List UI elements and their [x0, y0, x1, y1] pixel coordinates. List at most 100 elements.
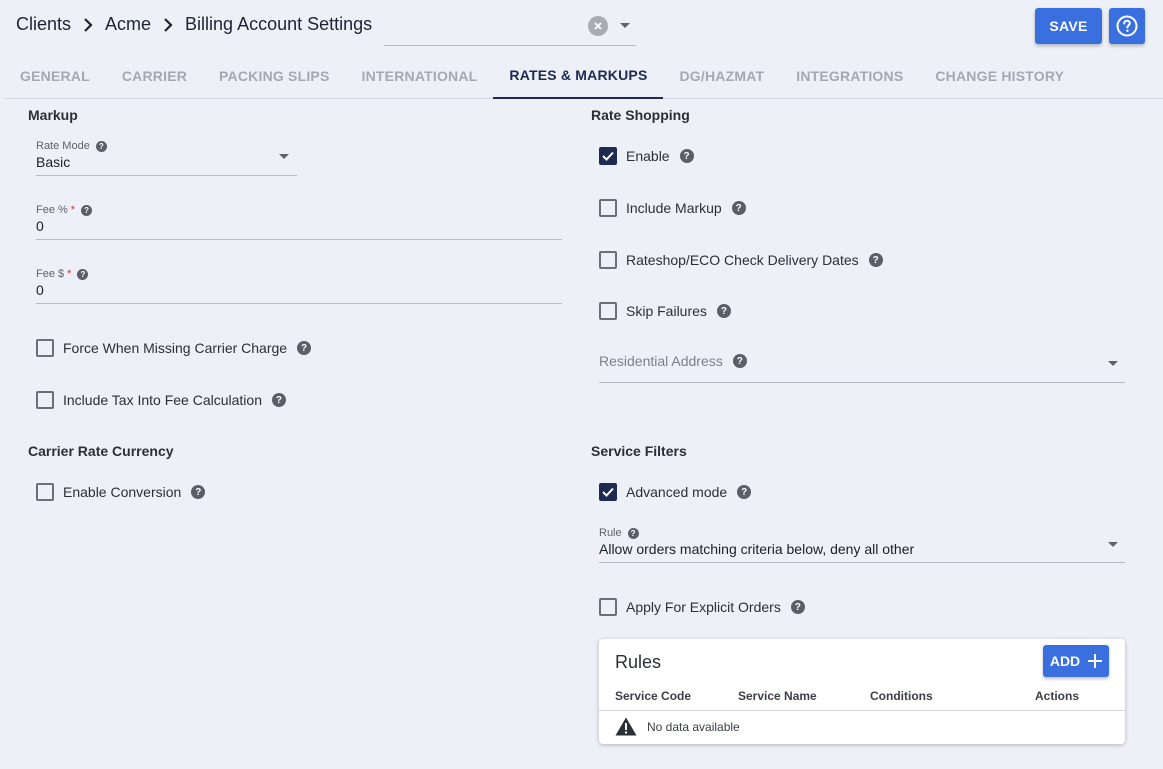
question-icon[interactable]: ?	[191, 485, 206, 499]
advanced-mode-label: Advanced mode	[626, 484, 728, 500]
fee-usd-underline	[36, 303, 562, 304]
include-tax-checkbox[interactable]	[36, 391, 54, 409]
account-select[interactable]	[384, 10, 636, 46]
col-actions[interactable]: Actions	[1035, 689, 1079, 703]
service-filters-title: Service Filters	[591, 443, 687, 459]
plus-icon	[1088, 654, 1103, 668]
required-marker: *	[70, 204, 76, 216]
apply-explicit-row: Apply For Explicit Orders ?	[599, 598, 805, 616]
tab-bar: GENERAL CARRIER PACKING SLIPS INTERNATIO…	[4, 52, 1163, 99]
enable-conversion-row: Enable Conversion ?	[36, 483, 206, 501]
advanced-mode-checkbox[interactable]	[599, 483, 617, 501]
caret-down-icon[interactable]	[1108, 542, 1118, 547]
skip-failures-label: Skip Failures	[626, 303, 707, 319]
add-rule-label: ADD	[1049, 653, 1081, 669]
rs-enable-checkbox[interactable]	[599, 147, 617, 165]
breadcrumb-clients[interactable]: Clients	[16, 14, 71, 35]
question-icon[interactable]: ?	[95, 140, 107, 152]
tab-international[interactable]: INTERNATIONAL	[346, 52, 494, 99]
rule-label: Rule ?	[599, 527, 639, 539]
include-markup-row: Include Markup ?	[599, 199, 746, 217]
tab-carrier[interactable]: CARRIER	[106, 52, 203, 99]
residential-address-select[interactable]: Residential Address ?	[599, 353, 747, 369]
clear-icon[interactable]	[588, 16, 608, 36]
force-missing-checkbox[interactable]	[36, 339, 54, 357]
warning-icon	[615, 717, 637, 736]
rate-mode-label-text: Rate Mode	[36, 140, 90, 152]
caret-down-icon[interactable]	[279, 154, 289, 159]
tab-general[interactable]: GENERAL	[4, 52, 106, 99]
rules-card: Rules ADD Service Code Service Name Cond…	[599, 639, 1125, 744]
question-icon[interactable]: ?	[737, 485, 752, 499]
skip-failures-row: Skip Failures ?	[599, 302, 731, 320]
add-rule-button[interactable]: ADD	[1043, 645, 1109, 677]
breadcrumb-acme[interactable]: Acme	[105, 14, 151, 35]
force-missing-label: Force When Missing Carrier Charge	[63, 340, 288, 356]
include-markup-label: Include Markup	[626, 200, 722, 216]
question-icon[interactable]: ?	[627, 527, 639, 539]
breadcrumb-current: Billing Account Settings	[185, 14, 373, 34]
question-icon[interactable]: ?	[679, 149, 694, 163]
question-icon[interactable]: ?	[716, 304, 731, 318]
enable-conversion-checkbox[interactable]	[36, 483, 54, 501]
force-missing-row: Force When Missing Carrier Charge ?	[36, 339, 312, 357]
skip-failures-checkbox[interactable]	[599, 302, 617, 320]
carrier-rate-currency-title: Carrier Rate Currency	[28, 443, 174, 459]
fee-usd-input[interactable]: 0	[36, 282, 44, 298]
help-button[interactable]	[1109, 8, 1145, 44]
chevron-right-icon	[151, 17, 185, 32]
check-icon	[602, 151, 614, 161]
col-service-code[interactable]: Service Code	[615, 689, 691, 703]
check-icon	[602, 487, 614, 497]
question-icon[interactable]: ?	[81, 204, 93, 216]
rules-title: Rules	[615, 652, 662, 672]
residential-address-underline	[599, 382, 1125, 383]
empty-row: No data available	[615, 717, 740, 736]
include-tax-row: Include Tax Into Fee Calculation ?	[36, 391, 286, 409]
rule-label-text: Rule	[599, 527, 622, 539]
apply-explicit-checkbox[interactable]	[599, 598, 617, 616]
question-icon[interactable]: ?	[271, 393, 286, 407]
fee-pct-label-text: Fee %	[36, 204, 68, 216]
breadcrumb: Clients Acme Billing Account Settings	[16, 14, 372, 35]
col-conditions[interactable]: Conditions	[870, 689, 933, 703]
chevron-right-icon	[71, 17, 105, 32]
rate-mode-underline	[36, 175, 297, 176]
fee-pct-underline	[36, 239, 562, 240]
question-icon[interactable]: ?	[732, 354, 747, 368]
rate-mode-select[interactable]: Basic	[36, 154, 70, 170]
tab-dg-hazmat[interactable]: DG/HAZMAT	[663, 52, 780, 99]
fee-pct-input[interactable]: 0	[36, 218, 44, 234]
rateshop-eco-row: Rateshop/ECO Check Delivery Dates ?	[599, 251, 883, 269]
tab-integrations[interactable]: INTEGRATIONS	[780, 52, 919, 99]
include-markup-checkbox[interactable]	[599, 199, 617, 217]
fee-usd-label: Fee $ * ?	[36, 268, 89, 280]
advanced-mode-row: Advanced mode ?	[599, 483, 752, 501]
question-icon[interactable]: ?	[77, 268, 89, 280]
rules-divider	[599, 710, 1125, 711]
question-icon[interactable]: ?	[297, 341, 312, 355]
fee-pct-label: Fee % * ?	[36, 204, 93, 216]
caret-down-icon[interactable]	[620, 23, 630, 28]
rule-underline	[599, 562, 1125, 563]
tab-rates-markups[interactable]: RATES & MARKUPS	[493, 52, 664, 99]
fee-usd-label-text: Fee $	[36, 268, 65, 280]
question-icon[interactable]: ?	[868, 253, 883, 267]
question-icon[interactable]: ?	[731, 201, 746, 215]
save-button[interactable]: SAVE	[1035, 8, 1102, 44]
rateshop-eco-checkbox[interactable]	[599, 251, 617, 269]
enable-conversion-label: Enable Conversion	[63, 484, 182, 500]
question-icon[interactable]: ?	[790, 600, 805, 614]
tab-packing-slips[interactable]: PACKING SLIPS	[203, 52, 345, 99]
caret-down-icon[interactable]	[1108, 361, 1118, 366]
header: Clients Acme Billing Account Settings SA…	[0, 0, 1163, 52]
rule-select[interactable]: Allow orders matching criteria below, de…	[599, 541, 914, 557]
col-service-name[interactable]: Service Name	[738, 689, 817, 703]
markup-title: Markup	[28, 107, 78, 123]
tab-change-history[interactable]: CHANGE HISTORY	[919, 52, 1080, 99]
rs-enable-label: Enable	[626, 148, 670, 164]
required-marker: *	[67, 268, 72, 280]
residential-address-placeholder: Residential Address	[599, 353, 723, 369]
empty-text: No data available	[647, 719, 740, 734]
rate-shopping-title: Rate Shopping	[591, 107, 690, 123]
